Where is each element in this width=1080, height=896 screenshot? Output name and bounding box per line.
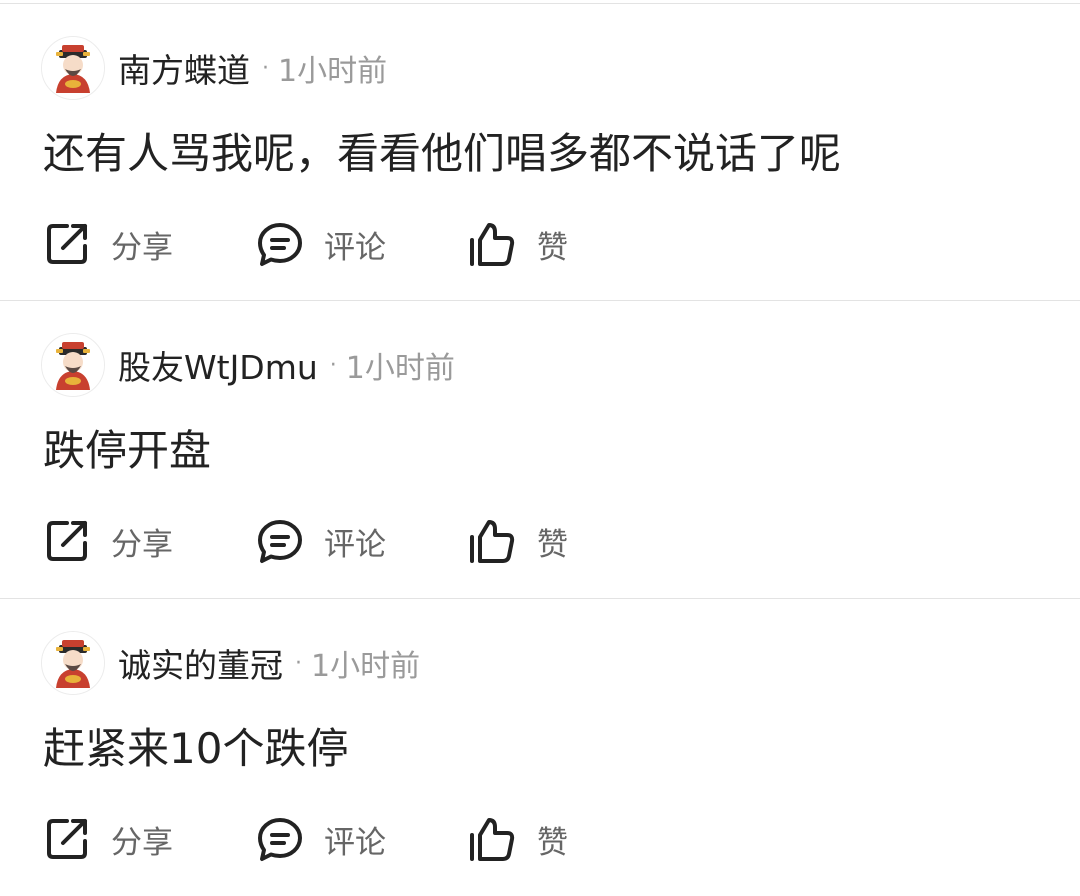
post-header: 股友WtJDmu · 1小时前 (41, 333, 455, 397)
comment-icon (258, 520, 302, 563)
username[interactable]: 股友WtJDmu (118, 341, 318, 389)
post-content[interactable]: 赶紧来10个跌停 (43, 719, 348, 779)
share-icon (47, 224, 87, 264)
avatar[interactable] (41, 36, 105, 100)
post-item[interactable]: 股友WtJDmu · 1小时前 跌停开盘 分享 评论 赞 (0, 301, 1080, 599)
post-content[interactable]: 跌停开盘 (43, 421, 211, 481)
share-label: 分享 (111, 526, 173, 563)
like-button[interactable]: 赞 (468, 811, 568, 867)
post-time: 1小时前 (311, 649, 421, 684)
share-button[interactable]: 分享 (43, 811, 173, 867)
post-header: 诚实的董冠 · 1小时前 (41, 631, 420, 695)
meta-separator: · (262, 55, 269, 81)
username[interactable]: 南方蝶道 (118, 44, 250, 92)
post-content[interactable]: 还有人骂我呢，看看他们唱多都不说话了呢 (43, 124, 841, 184)
avatar[interactable] (41, 631, 105, 695)
thumbs-up-icon (470, 223, 515, 266)
comment-button[interactable]: 评论 (256, 811, 386, 867)
post-time: 1小时前 (345, 351, 455, 386)
share-label: 分享 (111, 229, 173, 266)
thumbs-up-icon (470, 520, 515, 563)
fortune-god-avatar-icon (42, 334, 104, 396)
like-button[interactable]: 赞 (468, 216, 568, 272)
like-label: 赞 (537, 824, 568, 861)
share-label: 分享 (111, 824, 173, 861)
share-button[interactable]: 分享 (43, 216, 173, 272)
post-item[interactable]: 诚实的董冠 · 1小时前 赶紧来10个跌停 分享 评论 赞 (0, 599, 1080, 896)
comment-feed: 南方蝶道 · 1小时前 还有人骂我呢，看看他们唱多都不说话了呢 分享 评论 赞 … (0, 0, 1080, 896)
post-item[interactable]: 南方蝶道 · 1小时前 还有人骂我呢，看看他们唱多都不说话了呢 分享 评论 赞 (0, 4, 1080, 302)
comment-label: 评论 (324, 824, 386, 861)
like-label: 赞 (537, 526, 568, 563)
thumbs-up-icon (470, 818, 515, 861)
comment-label: 评论 (324, 229, 386, 266)
comment-button[interactable]: 评论 (256, 216, 386, 272)
share-icon (47, 521, 87, 561)
meta-separator: · (295, 650, 302, 676)
username[interactable]: 诚实的董冠 (118, 639, 283, 687)
like-button[interactable]: 赞 (468, 513, 568, 569)
share-button[interactable]: 分享 (43, 513, 173, 569)
post-header: 南方蝶道 · 1小时前 (41, 36, 387, 100)
fortune-god-avatar-icon (42, 632, 104, 694)
comment-button[interactable]: 评论 (256, 513, 386, 569)
comment-icon (258, 223, 302, 266)
like-label: 赞 (537, 229, 568, 266)
avatar[interactable] (41, 333, 105, 397)
meta-separator: · (329, 352, 337, 378)
share-icon (47, 819, 87, 859)
comment-label: 评论 (324, 526, 386, 563)
comment-icon (258, 818, 302, 861)
post-time: 1小时前 (278, 54, 388, 89)
fortune-god-avatar-icon (42, 37, 104, 99)
